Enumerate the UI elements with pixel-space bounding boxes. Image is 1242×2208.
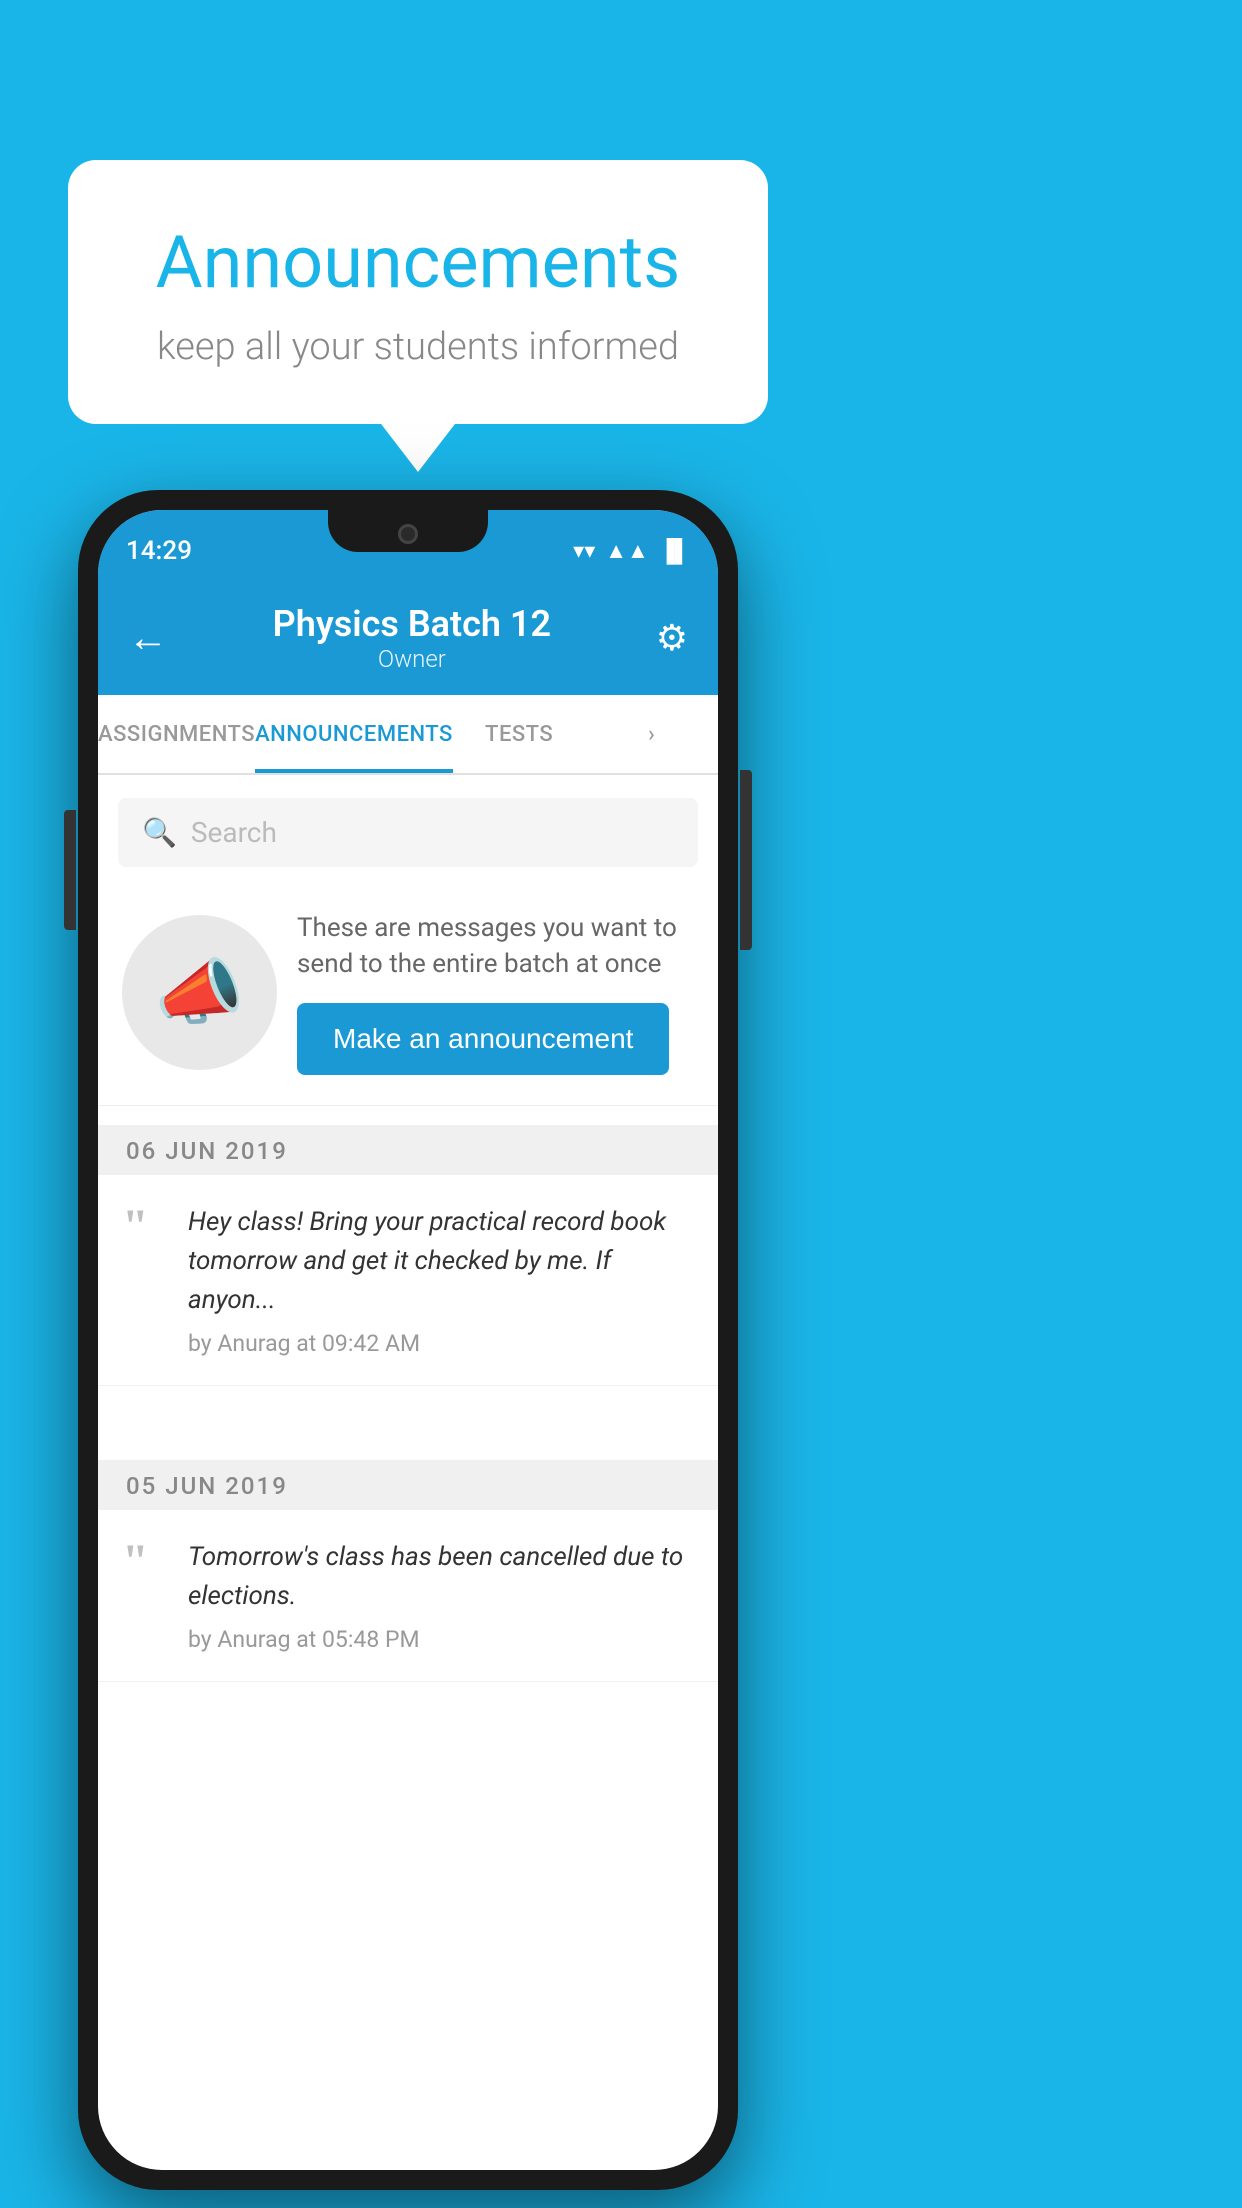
search-container: 🔍 Search — [98, 780, 718, 885]
tab-assignments[interactable]: ASSIGNMENTS — [98, 695, 255, 773]
phone-device: 14:29 ▾▾ ▲▲ ▐▌ ← Physics Batch 12 Owner … — [78, 490, 738, 2190]
phone-screen: 14:29 ▾▾ ▲▲ ▐▌ ← Physics Batch 12 Owner … — [98, 510, 718, 2170]
speech-bubble: Announcements keep all your students inf… — [68, 160, 768, 424]
back-button[interactable]: ← — [128, 614, 168, 661]
tabs-bar: ASSIGNMENTS ANNOUNCEMENTS TESTS › — [98, 695, 718, 775]
bubble-title: Announcements — [118, 220, 718, 305]
promo-description: These are messages you want to send to t… — [297, 910, 694, 983]
date-separator-2: 05 JUN 2019 — [98, 1460, 718, 1512]
promo-section: 📣 These are messages you want to send to… — [98, 880, 718, 1106]
tab-more[interactable]: › — [585, 695, 718, 773]
megaphone-icon: 📣 — [155, 950, 245, 1035]
search-icon: 🔍 — [142, 816, 177, 849]
phone-outer-shell: 14:29 ▾▾ ▲▲ ▐▌ ← Physics Batch 12 Owner … — [78, 490, 738, 2190]
bubble-subtitle: keep all your students informed — [118, 325, 718, 369]
search-placeholder: Search — [191, 816, 277, 849]
promo-right: These are messages you want to send to t… — [297, 910, 694, 1075]
batch-subtitle: Owner — [273, 645, 551, 673]
announcement-item-2[interactable]: " Tomorrow's class has been cancelled du… — [98, 1510, 718, 1682]
announcement-item-1[interactable]: " Hey class! Bring your practical record… — [98, 1175, 718, 1386]
tab-tests[interactable]: TESTS — [453, 695, 586, 773]
announcement-author-2: by Anurag at 05:48 PM — [188, 1626, 694, 1653]
quote-icon-1: " — [122, 1203, 172, 1357]
wifi-icon: ▾▾ — [573, 539, 595, 564]
phone-notch — [328, 510, 488, 552]
date-label-2: 05 JUN 2019 — [126, 1472, 288, 1500]
announcement-text-2: Tomorrow's class has been cancelled due … — [188, 1538, 694, 1616]
announcement-author-1: by Anurag at 09:42 AM — [188, 1330, 694, 1357]
settings-icon[interactable]: ⚙ — [656, 617, 688, 659]
status-time: 14:29 — [126, 536, 192, 566]
announcement-text-1: Hey class! Bring your practical record b… — [188, 1203, 694, 1320]
front-camera — [398, 524, 418, 544]
tab-announcements[interactable]: ANNOUNCEMENTS — [255, 695, 453, 773]
search-box[interactable]: 🔍 Search — [118, 798, 698, 867]
batch-title: Physics Batch 12 — [273, 603, 551, 645]
battery-icon: ▐▌ — [659, 538, 690, 564]
header-title-group: Physics Batch 12 Owner — [273, 603, 551, 673]
make-announcement-button[interactable]: Make an announcement — [297, 1003, 669, 1075]
announcement-content-2: Tomorrow's class has been cancelled due … — [188, 1538, 694, 1653]
signal-icon: ▲▲ — [605, 538, 649, 564]
quote-icon-2: " — [122, 1538, 172, 1653]
promo-icon-circle: 📣 — [122, 915, 277, 1070]
date-label-1: 06 JUN 2019 — [126, 1137, 288, 1165]
speech-bubble-card: Announcements keep all your students inf… — [68, 160, 768, 424]
announcement-content-1: Hey class! Bring your practical record b… — [188, 1203, 694, 1357]
status-icons: ▾▾ ▲▲ ▐▌ — [573, 538, 690, 564]
app-header: ← Physics Batch 12 Owner ⚙ — [98, 580, 718, 695]
date-separator-1: 06 JUN 2019 — [98, 1125, 718, 1177]
